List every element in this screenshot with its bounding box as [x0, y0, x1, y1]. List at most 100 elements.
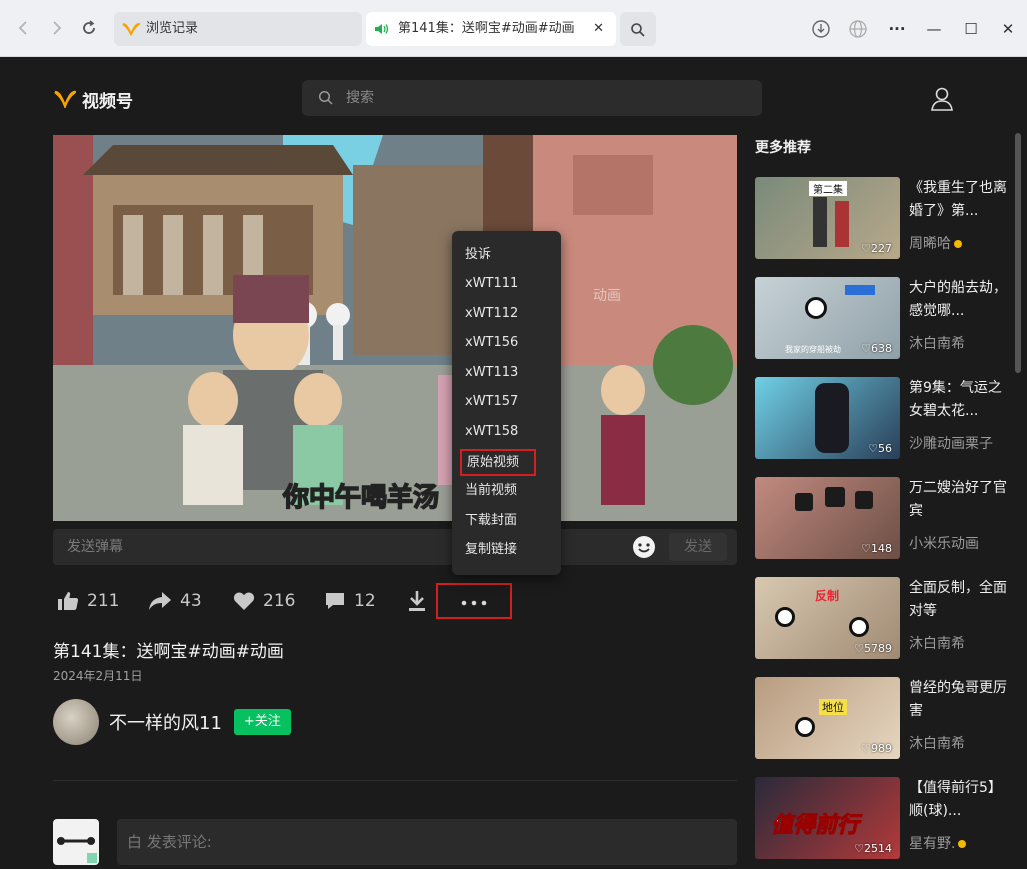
- rec-title: 曾经的兔哥更厉害: [909, 680, 1007, 719]
- menu-item-xwt157[interactable]: xWT157: [465, 388, 551, 415]
- my-avatar: [53, 819, 99, 865]
- rec-thumbnail: 值得前行 ♡2514: [755, 777, 900, 859]
- menu-item-current-video[interactable]: 当前视频: [465, 477, 551, 504]
- rec-thumbnail: ♡56: [755, 377, 900, 459]
- follow-button[interactable]: +关注: [233, 709, 291, 735]
- rec-item[interactable]: 我家的穿船被劫 ♡638 大户的船去劫，感觉哪... 沐白南希: [755, 277, 1010, 361]
- rec-title: 【值得前行5】顺(球)...: [909, 780, 1002, 819]
- site-logo[interactable]: 视频号: [54, 87, 133, 112]
- comment-bubble-icon: [326, 593, 344, 609]
- video-actions: 211 43 216 12: [53, 581, 553, 621]
- rec-item[interactable]: 反制 ♡5789 全面反制，全面对等 沐白南希: [755, 577, 1010, 661]
- rec-likes: ♡227: [861, 242, 892, 255]
- more-menu: 投诉 xWT111 xWT112 xWT156 xWT113 xWT157 xW…: [452, 231, 561, 575]
- tab-active-label: 第141集：送啊宝#动画#动画: [398, 21, 575, 36]
- danmu-send-button[interactable]: 发送: [669, 533, 727, 561]
- rec-thumb-label: 反制: [815, 589, 840, 603]
- video-subtitle: 你中午喝羊汤: [282, 482, 440, 514]
- video-player[interactable]: 你中午喝羊汤 动画: [53, 135, 737, 521]
- rec-item[interactable]: 第二集 ♡227 《我重生了也离婚了》第... 周晞哈: [755, 177, 1010, 261]
- download-button[interactable]: [407, 581, 427, 621]
- rec-title: 大户的船去劫，感觉哪...: [909, 280, 1007, 319]
- comment-button[interactable]: 12: [324, 581, 376, 621]
- author-row: 不一样的风11 +关注: [53, 699, 291, 745]
- share-button[interactable]: 43: [148, 581, 202, 621]
- browser-menu-button[interactable]: ···: [884, 16, 910, 42]
- rec-author: 星有野.: [909, 833, 967, 853]
- search-icon: [631, 23, 645, 37]
- menu-item-original-video[interactable]: 原始视频: [460, 449, 536, 476]
- verified-badge-icon: [954, 240, 962, 248]
- channels-logo-icon: [54, 90, 76, 108]
- user-icon: [931, 87, 953, 111]
- user-profile-button[interactable]: [928, 85, 956, 113]
- window-close-button[interactable]: ✕: [995, 16, 1021, 42]
- rec-item[interactable]: 值得前行 ♡2514 【值得前行5】顺(球)... 星有野.: [755, 777, 1010, 861]
- menu-item-xwt158[interactable]: xWT158: [465, 418, 551, 445]
- tab-close-icon[interactable]: ✕: [593, 12, 604, 46]
- video-date: 2024年2月11日: [53, 669, 143, 683]
- channels-logo-icon: [122, 22, 140, 36]
- author-avatar[interactable]: [53, 699, 99, 745]
- menu-item-report[interactable]: 投诉: [465, 241, 551, 268]
- menu-item-xwt112[interactable]: xWT112: [465, 300, 551, 327]
- globe-button[interactable]: [845, 16, 871, 42]
- channels-page: 视频号 搜索 你中午喝羊汤 动画 发送弹幕 发送 211 43 216 12 第…: [0, 57, 1027, 865]
- emoji-icon[interactable]: [632, 535, 656, 559]
- back-button[interactable]: [12, 17, 34, 39]
- more-button[interactable]: [436, 583, 512, 619]
- reload-button[interactable]: [78, 17, 100, 39]
- tab-history[interactable]: 浏览记录: [114, 12, 362, 46]
- download-manager-button[interactable]: [808, 16, 834, 42]
- video-frame: [53, 135, 737, 521]
- comment-input[interactable]: 白 发表评论:: [117, 819, 737, 865]
- like-count: 211: [87, 591, 120, 611]
- menu-item-xwt113[interactable]: xWT113: [465, 359, 551, 386]
- heart-icon: [233, 592, 255, 610]
- menu-item-xwt156[interactable]: xWT156: [465, 329, 551, 356]
- minimize-button[interactable]: —: [921, 16, 947, 42]
- chevron-right-icon: [53, 21, 62, 35]
- rec-thumb-label: 第二集: [809, 181, 847, 196]
- browser-toolbar: 浏览记录 第141集：送啊宝#动画#动画 ✕ ··· — ☐ ✕: [0, 0, 1027, 57]
- more-dots-icon: ···: [888, 20, 906, 38]
- avatar-cartoon-icon: [57, 837, 97, 863]
- author-name[interactable]: 不一样的风11: [109, 709, 222, 735]
- menu-item-copy-link[interactable]: 复制链接: [465, 536, 551, 563]
- rec-thumbnail: 我家的穿船被劫 ♡638: [755, 277, 900, 359]
- download-icon: [409, 591, 425, 611]
- tab-active[interactable]: 第141集：送啊宝#动画#动画 ✕: [366, 12, 616, 46]
- rec-item[interactable]: 地位 ♡989 曾经的兔哥更厉害 沐白南希: [755, 677, 1010, 761]
- search-tab-button[interactable]: [620, 12, 656, 46]
- rec-author: 沙雕动画栗子: [909, 436, 993, 452]
- menu-item-download-cover[interactable]: 下载封面: [465, 507, 551, 534]
- sidebar-scrollbar[interactable]: [1015, 133, 1021, 373]
- rec-likes: ♡148: [861, 542, 892, 555]
- rec-likes: ♡2514: [854, 842, 892, 855]
- like-button[interactable]: 211: [57, 581, 119, 621]
- rec-likes: ♡56: [868, 442, 892, 455]
- rec-thumbnail: 反制 ♡5789: [755, 577, 900, 659]
- rec-title: 《我重生了也离婚了》第...: [909, 180, 1007, 219]
- rec-item[interactable]: ♡148 万二嫂治好了官宾 小米乐动画: [755, 477, 1010, 561]
- rec-author: 沐白南希: [909, 336, 965, 352]
- rec-author-name: 周晞哈: [909, 236, 951, 252]
- thumbs-up-icon: [58, 592, 79, 610]
- reload-icon: [83, 20, 95, 34]
- video-watermark: 动画: [593, 288, 621, 304]
- forward-button[interactable]: [46, 17, 68, 39]
- rec-item[interactable]: ♡56 第9集：气运之女碧太花... 沙雕动画栗子: [755, 377, 1010, 461]
- danmu-input[interactable]: 发送弹幕 发送: [53, 529, 737, 565]
- rec-title: 第9集：气运之女碧太花...: [909, 380, 1002, 419]
- maximize-button[interactable]: ☐: [958, 16, 984, 42]
- share-count: 43: [180, 591, 202, 611]
- recommend-title: 更多推荐: [755, 140, 811, 156]
- menu-item-xwt111[interactable]: xWT111: [465, 270, 551, 297]
- rec-thumb-label: 我家的穿船被劫: [785, 345, 841, 354]
- favorite-button[interactable]: 216: [233, 581, 295, 621]
- search-input[interactable]: 搜索: [302, 80, 762, 116]
- rec-thumbnail: 地位 ♡989: [755, 677, 900, 759]
- rec-author: 沐白南希: [909, 736, 965, 752]
- download-circle-icon: [812, 20, 830, 38]
- divider: [53, 780, 737, 781]
